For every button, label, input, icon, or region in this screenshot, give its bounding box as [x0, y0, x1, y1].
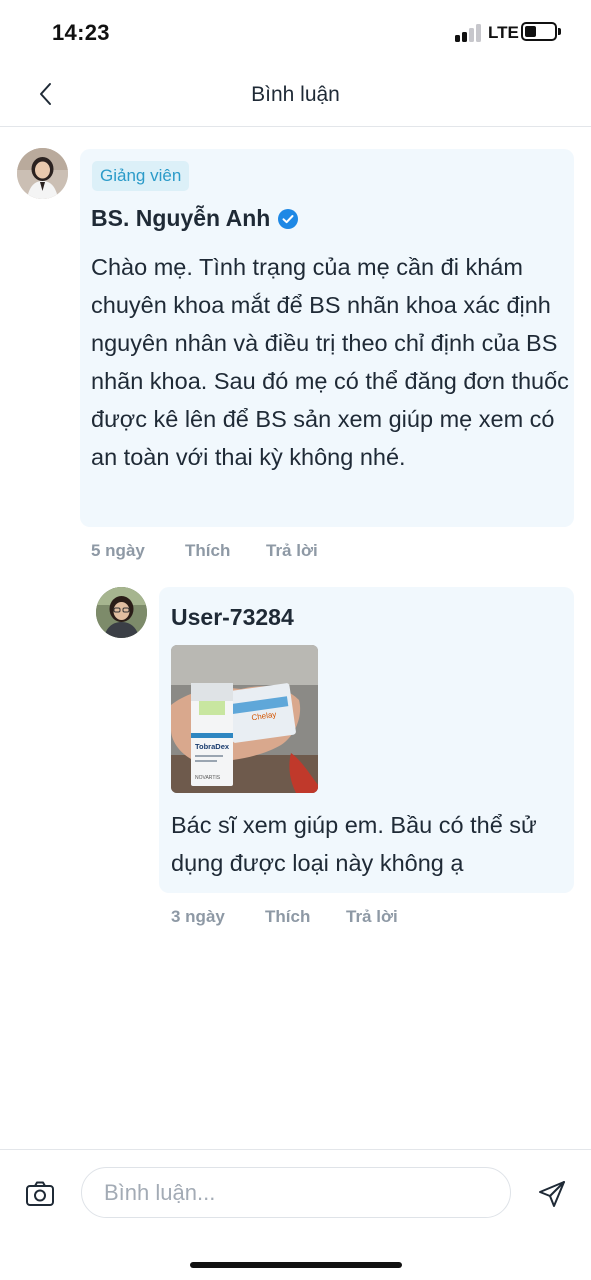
reply-time: 3 ngày [171, 907, 225, 926]
reply-bubble: User-73284 Chelay TobraDex NOVARTIS Bác … [159, 587, 574, 893]
send-button[interactable] [536, 1178, 568, 1210]
comment-time: 5 ngày [91, 541, 145, 560]
status-time: 14:23 [52, 20, 110, 45]
camera-icon [26, 1181, 54, 1206]
attached-photo[interactable]: Chelay TobraDex NOVARTIS [171, 645, 318, 793]
photo-box-maker: NOVARTIS [195, 775, 221, 781]
role-badge: Giảng viên [92, 161, 190, 191]
reply-author[interactable]: User-73284 [171, 604, 294, 631]
home-indicator [190, 1262, 402, 1268]
reply-text: Bác sĩ xem giúp em. Bầu có thể sử dụng đ… [171, 812, 537, 876]
signal-strength-icon [455, 24, 483, 42]
page-title: Bình luận [251, 83, 340, 106]
doctor-avatar[interactable] [17, 148, 68, 199]
comment-bubble: Giảng viên BS. Nguyễn Anh Chào mẹ. Tình … [80, 149, 574, 527]
photo-box-brand: TobraDex [195, 742, 230, 751]
comment-author[interactable]: BS. Nguyễn Anh [91, 205, 299, 232]
like-button[interactable]: Thích [265, 907, 310, 927]
like-button[interactable]: Thích [185, 541, 230, 561]
comment-input[interactable] [81, 1167, 511, 1218]
reply-button[interactable]: Trả lời [346, 907, 398, 927]
author-name: BS. Nguyễn Anh [91, 205, 271, 231]
status-bar: 14:23 LTE [0, 0, 591, 64]
send-icon [539, 1181, 565, 1207]
network-type: LTE [488, 23, 519, 42]
battery-tip [558, 28, 561, 35]
verified-icon [278, 209, 299, 229]
comment-meta: 5 ngày Thích Trả lời [91, 541, 391, 563]
reply-meta: 3 ngày Thích Trả lời [171, 907, 471, 929]
comment-text: Chào mẹ. Tình trạng của mẹ cần đi khám c… [91, 254, 569, 470]
nav-header: Bình luận [0, 64, 591, 127]
camera-button[interactable] [24, 1178, 56, 1210]
user-avatar[interactable] [96, 587, 147, 638]
reply-button[interactable]: Trả lời [266, 541, 318, 561]
battery-icon [521, 22, 557, 41]
comment-composer [0, 1149, 591, 1280]
